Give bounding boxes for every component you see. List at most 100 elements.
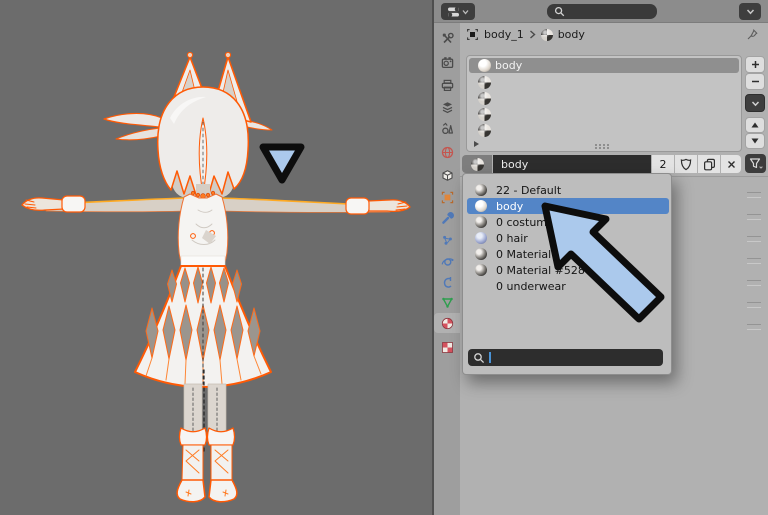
tab-modifiers[interactable]: [434, 208, 460, 228]
material-slots-list: body: [466, 55, 742, 152]
properties-editor-icon: [448, 6, 459, 17]
material-sphere-icon: [470, 157, 484, 171]
material-sphere-icon: [475, 184, 487, 196]
material-slot-empty[interactable]: [469, 91, 739, 106]
material-slot-empty[interactable]: [469, 107, 739, 122]
constraint-clamp-icon: [443, 276, 452, 288]
dropdown-item[interactable]: 22 - Default: [467, 182, 669, 198]
list-resize-grip[interactable]: [595, 144, 597, 146]
slot-specials-button[interactable]: [745, 94, 765, 112]
properties-editor: body_1 body body body 2 22 - Default bod…: [432, 0, 768, 515]
render-camera-icon: [441, 56, 453, 68]
move-slot-up-button[interactable]: [745, 117, 765, 133]
dropdown-item[interactable]: 0 Material #528: [467, 262, 669, 278]
tab-scene[interactable]: [434, 118, 460, 138]
remove-slot-button[interactable]: [745, 73, 765, 90]
panel-grip-icon[interactable]: [747, 258, 761, 264]
panel-grip-icon[interactable]: [747, 236, 761, 242]
dropdown-item-label: 0 Material #499: [496, 247, 585, 261]
slot-name: body: [495, 59, 523, 72]
material-slot-empty[interactable]: [469, 75, 739, 90]
breadcrumb-object[interactable]: body_1: [484, 28, 524, 41]
dropdown-item-selected[interactable]: body: [467, 198, 669, 214]
dropdown-item-label: 0 hair: [496, 231, 528, 245]
add-slot-button[interactable]: [745, 56, 765, 73]
wrench-icon: [441, 211, 454, 224]
editor-type-button[interactable]: [441, 3, 475, 20]
funnel-icon: [749, 158, 763, 169]
dropdown-item[interactable]: 0 underwear: [467, 278, 669, 294]
tab-tool[interactable]: [434, 28, 460, 48]
tab-particles[interactable]: [434, 230, 460, 250]
panel-grip-icon[interactable]: [747, 324, 761, 330]
properties-tab-column: [434, 23, 460, 515]
tab-constraints[interactable]: [434, 272, 460, 292]
material-slot-empty[interactable]: [469, 123, 739, 138]
printer-icon: [441, 79, 453, 91]
properties-main: body_1 body body body 2 22 - Default bod…: [460, 23, 768, 515]
breadcrumb-material[interactable]: body: [558, 28, 585, 41]
material-name-field[interactable]: body: [493, 155, 651, 173]
dropdown-item-label: body: [496, 199, 524, 213]
search-icon: [554, 6, 565, 17]
tab-world[interactable]: [434, 142, 460, 162]
browse-material-button[interactable]: [462, 155, 492, 173]
tab-output[interactable]: [434, 75, 460, 95]
dropdown-item-label: 0 underwear: [496, 279, 566, 293]
tab-object-data[interactable]: [434, 292, 460, 312]
new-material-button[interactable]: [698, 155, 720, 173]
text-cursor: [489, 352, 491, 363]
tab-collection[interactable]: [434, 165, 460, 185]
material-sphere-icon: [475, 200, 487, 212]
material-users-button[interactable]: 2: [652, 155, 674, 173]
tab-object[interactable]: [434, 187, 460, 207]
dropdown-item-label: 22 - Default: [496, 183, 562, 197]
boot-right: [206, 427, 238, 503]
expand-triangle-icon[interactable]: [474, 141, 479, 147]
panel-grip-icon[interactable]: [747, 214, 761, 220]
unlink-material-button[interactable]: [721, 155, 741, 173]
dropdown-item[interactable]: 0 hair: [467, 230, 669, 246]
collection-box-icon: [441, 169, 453, 181]
dropdown-item[interactable]: 0 costume: [467, 214, 669, 230]
close-icon: [727, 160, 735, 168]
breadcrumb: body_1 body: [460, 23, 768, 46]
chevron-down-icon: [746, 9, 754, 15]
particles-icon: [442, 235, 452, 245]
dropdown-search-input[interactable]: [468, 349, 663, 366]
3d-viewport[interactable]: [0, 0, 432, 515]
material-sphere-icon: [475, 216, 487, 228]
material-sphere-icon: [475, 248, 487, 260]
header-options-button[interactable]: [739, 3, 761, 20]
viewport-canvas: [0, 0, 432, 515]
triangle-up-icon: [751, 122, 759, 128]
dropdown-item[interactable]: 0 Material #499: [467, 246, 669, 262]
material-sphere-icon: [478, 76, 491, 89]
triangle-down-icon: [751, 138, 759, 144]
panel-grip-icon[interactable]: [747, 192, 761, 198]
tab-render[interactable]: [434, 52, 460, 72]
material-slot-selected[interactable]: body: [469, 58, 739, 73]
cuff-left: [61, 195, 86, 213]
panel-grip-icon[interactable]: [747, 280, 761, 286]
move-slot-down-button[interactable]: [745, 133, 765, 149]
tab-view-layer[interactable]: [434, 97, 460, 117]
fake-user-button[interactable]: [675, 155, 697, 173]
material-browse-dropdown: 22 - Default body 0 costume 0 hair 0 Mat…: [462, 173, 672, 375]
material-sphere-icon: [475, 232, 487, 244]
header-search-input[interactable]: [547, 4, 657, 19]
tab-physics[interactable]: [434, 251, 460, 271]
shield-icon: [680, 158, 692, 170]
panel-grip-icon[interactable]: [747, 302, 761, 308]
material-datablock-row: body 2: [462, 155, 741, 173]
tab-texture[interactable]: [434, 337, 460, 357]
dropdown-item-label: 0 Material #528: [496, 263, 585, 277]
tab-material-active[interactable]: [434, 313, 460, 333]
object-icon: [467, 29, 478, 40]
filter-button[interactable]: [745, 154, 766, 173]
material-sphere-icon: [478, 108, 491, 121]
dropdown-item-label: 0 costume: [496, 215, 554, 229]
pin-icon[interactable]: [745, 27, 760, 42]
material-sphere-icon: [441, 317, 453, 329]
material-name: body: [501, 157, 529, 171]
